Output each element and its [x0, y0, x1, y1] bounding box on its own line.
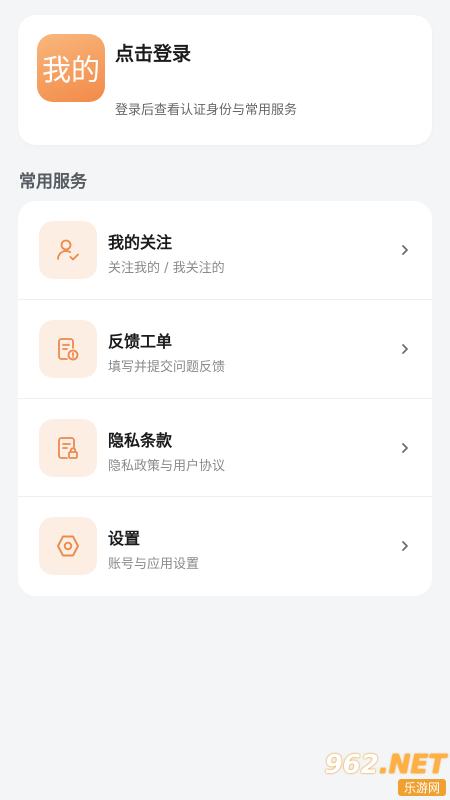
chevron-right-icon: [400, 342, 410, 360]
service-item-settings[interactable]: 设置 账号与应用设置: [18, 497, 432, 596]
service-subtitle: 关注我的 / 我关注的: [108, 261, 225, 276]
service-title: 隐私条款: [108, 430, 173, 450]
service-subtitle: 账号与应用设置: [108, 557, 200, 573]
watermark-main: 962.NET: [325, 752, 446, 778]
watermark-sub: 乐游网: [397, 779, 446, 796]
service-item-feedback[interactable]: 反馈工单 填写并提交问题反馈: [18, 300, 432, 399]
privacy-document-lock-icon: [39, 418, 97, 477]
page: 我的 点击登录 登录后查看认证身份与常用服务 常用服务 我的关注 关注我的 / …: [0, 0, 450, 800]
user-check-icon: [39, 221, 97, 279]
service-item-privacy[interactable]: 隐私条款 隐私政策与用户协议: [18, 399, 432, 498]
service-title: 设置: [108, 529, 141, 549]
service-subtitle: 填写并提交问题反馈: [108, 359, 226, 375]
login-card[interactable]: 我的 点击登录 登录后查看认证身份与常用服务: [18, 15, 432, 145]
service-item-following[interactable]: 我的关注 关注我的 / 我关注的: [18, 201, 432, 300]
feedback-document-icon: [39, 319, 97, 378]
watermark-logo: 962.NET 乐游网: [310, 752, 446, 796]
service-subtitle: 隐私政策与用户协议: [108, 458, 226, 474]
service-title: 反馈工单: [108, 331, 173, 351]
app-logo: 我的: [37, 34, 105, 102]
services-list: 我的关注 关注我的 / 我关注的 反馈工单 填写并提交问题反馈 隐私条款 隐私政…: [18, 201, 432, 596]
watermark-net: .NET: [378, 750, 446, 780]
service-title: 我的关注: [108, 233, 173, 252]
chevron-right-icon: [400, 539, 410, 557]
login-subtitle: 登录后查看认证身份与常用服务: [115, 103, 298, 118]
watermark-number: 962: [324, 750, 379, 780]
settings-hexagon-icon: [39, 517, 97, 576]
login-title[interactable]: 点击登录: [115, 39, 191, 66]
app-logo-text: 我的: [41, 53, 100, 87]
section-title: 常用服务: [19, 172, 87, 192]
chevron-right-icon: [400, 243, 410, 261]
chevron-right-icon: [400, 441, 410, 459]
